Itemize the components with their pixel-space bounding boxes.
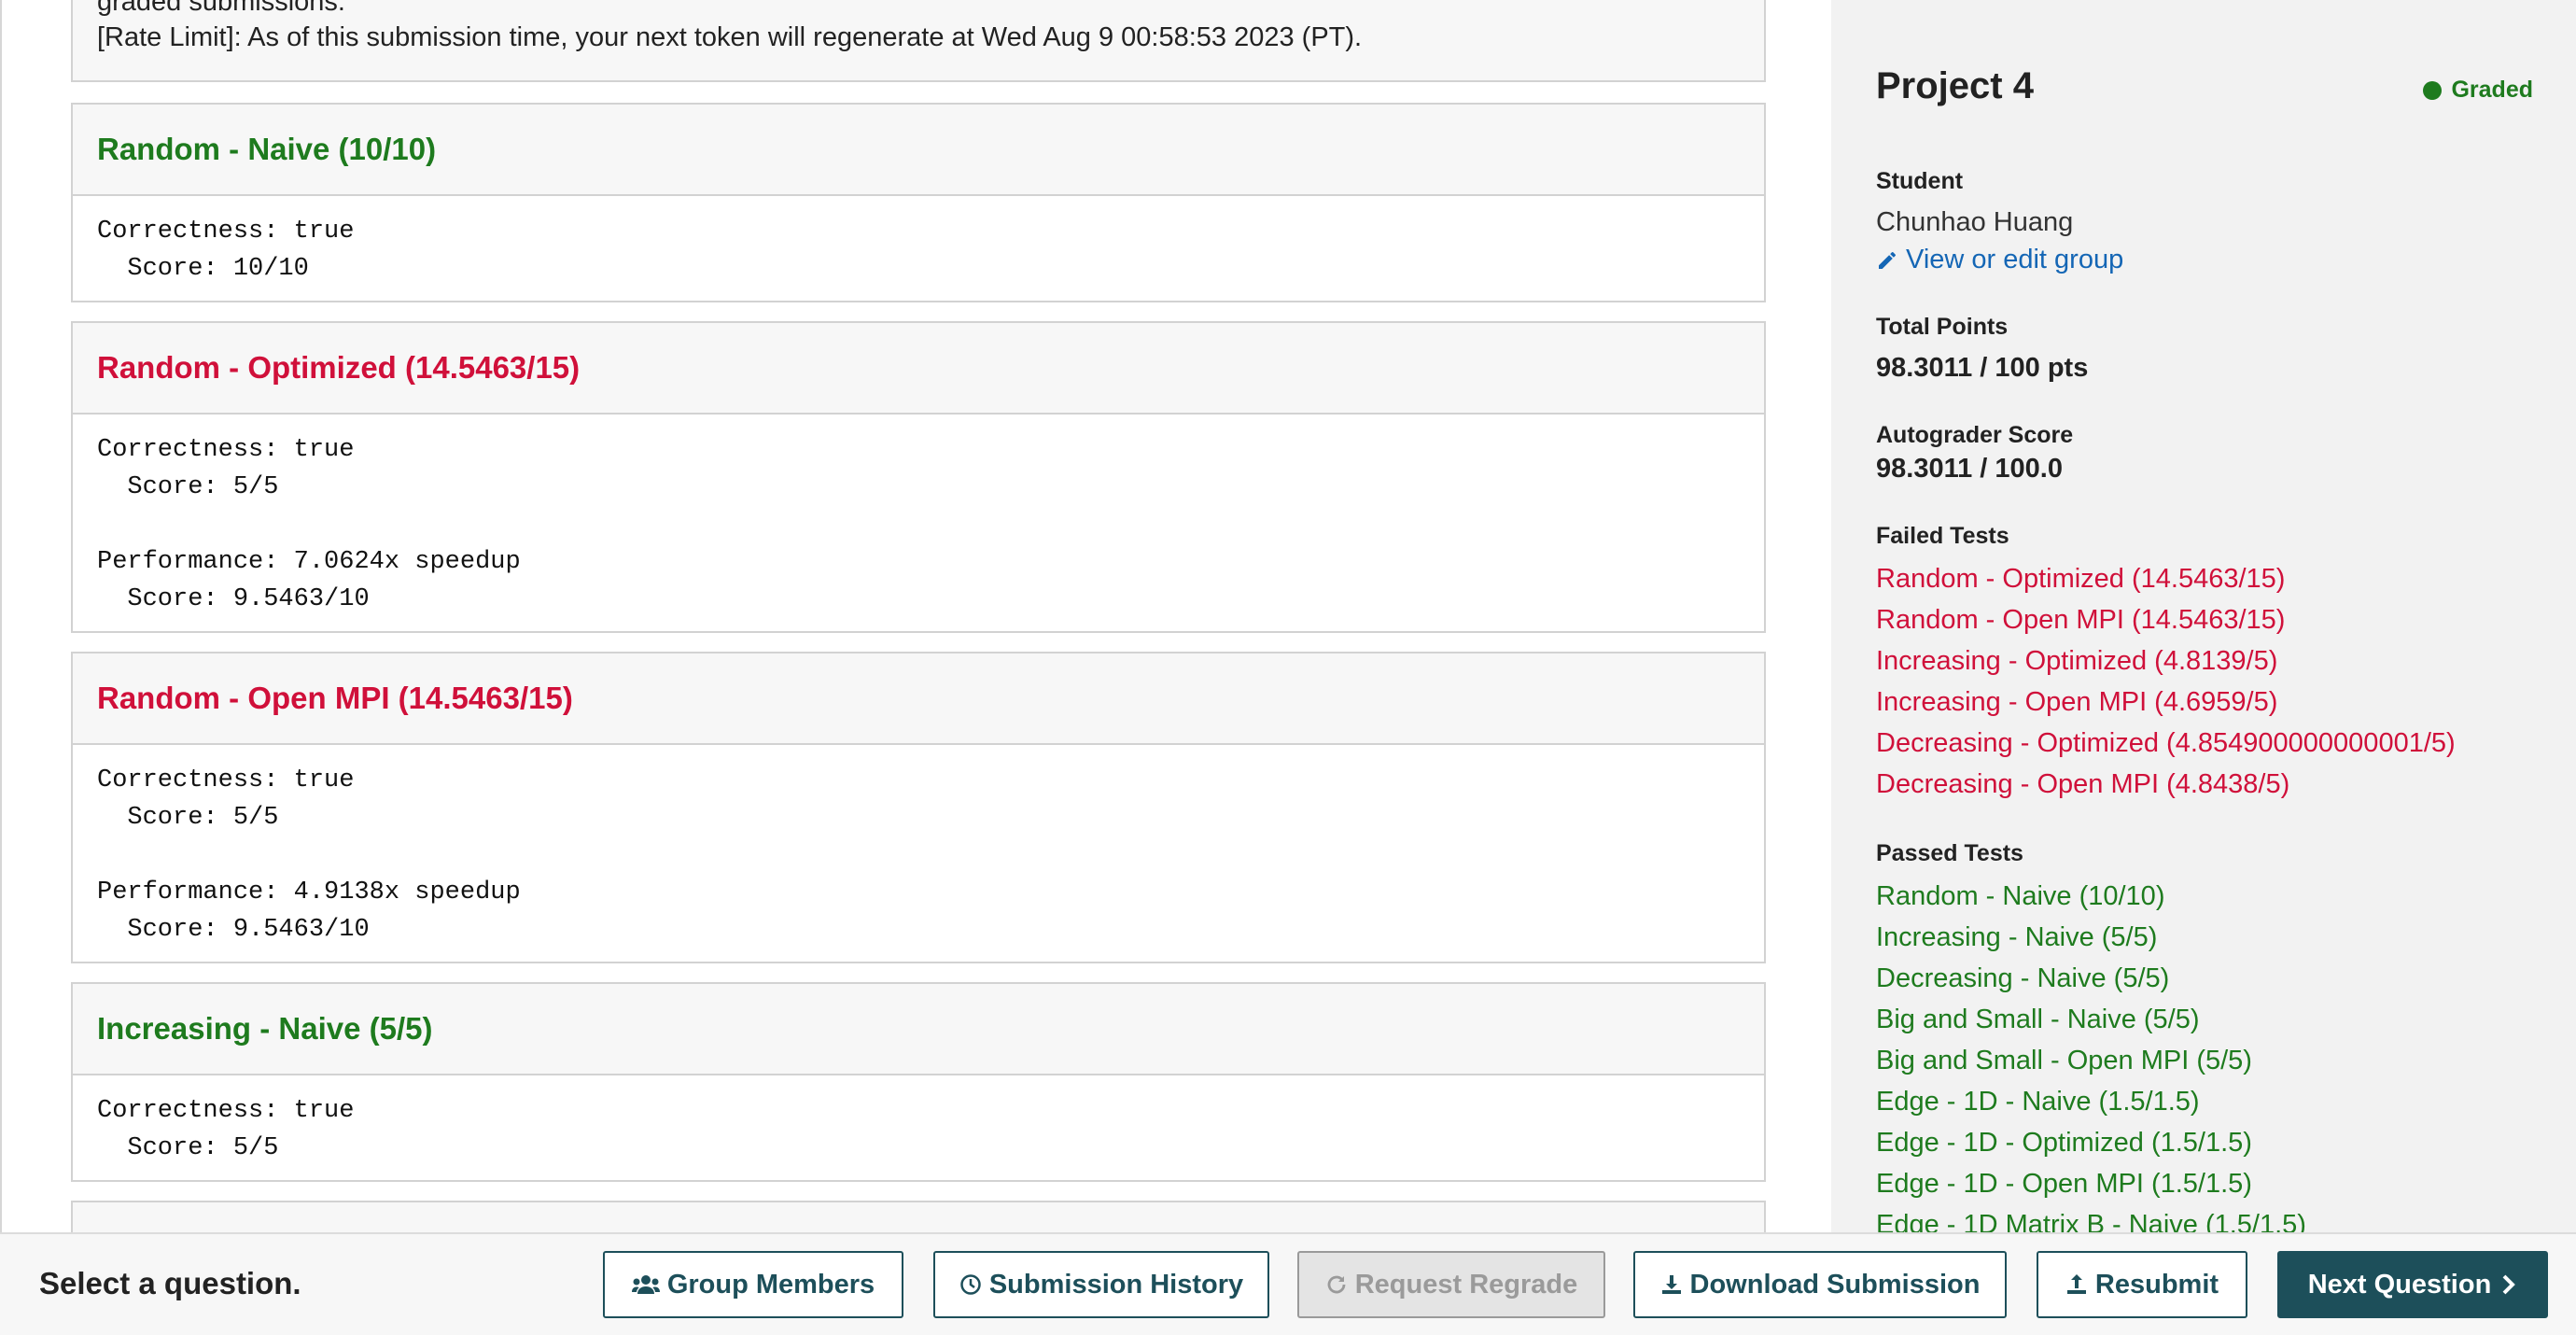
passed-tests-label: Passed Tests	[1876, 840, 2023, 866]
view-edit-group-link[interactable]: View or edit group	[1876, 245, 2123, 275]
test-result-title: Random - Open MPI (14.5463/15)	[73, 653, 1764, 745]
passed-test-link[interactable]: Increasing - Naive (5/5)	[1876, 922, 2157, 953]
clock-icon	[960, 1274, 981, 1295]
passed-test-link[interactable]: Big and Small - Naive (5/5)	[1876, 1005, 2200, 1035]
test-result-title	[73, 1202, 1764, 1232]
submission-main: graded submissions. [Rate Limit]: As of …	[0, 0, 1831, 1232]
test-result-output: Correctness: true Score: 5/5 Performance…	[97, 766, 521, 944]
student-name: Chunhao Huang	[1876, 207, 2074, 237]
assignment-title: Project 4	[1876, 65, 2034, 106]
refresh-icon	[1327, 1275, 1346, 1294]
test-result-card: Increasing - Naive (5/5) Correctness: tr…	[71, 982, 1766, 1182]
submission-history-button[interactable]: Submission History	[933, 1251, 1269, 1318]
passed-test-link[interactable]: Big and Small - Open MPI (5/5)	[1876, 1046, 2252, 1076]
failed-test-link[interactable]: Increasing - Open MPI (4.6959/5)	[1876, 687, 2277, 718]
passed-test-link[interactable]: Edge - 1D - Open MPI (1.5/1.5)	[1876, 1169, 2252, 1200]
next-question-button[interactable]: Next Question	[2277, 1251, 2548, 1318]
autograder-score-label: Autograder Score	[1876, 422, 2074, 448]
status-dot-icon	[2423, 80, 2443, 100]
test-result-card: Random - Optimized (14.5463/15) Correctn…	[71, 321, 1766, 633]
total-points-label: Total Points	[1876, 314, 2009, 340]
submission-history-label: Submission History	[988, 1269, 1244, 1300]
status-label: Graded	[2451, 77, 2533, 103]
rate-limit-box: graded submissions. [Rate Limit]: As of …	[71, 0, 1766, 82]
download-icon	[1661, 1275, 1681, 1294]
test-result-output: Correctness: true Score: 5/5	[97, 1097, 355, 1162]
failed-test-link[interactable]: Random - Open MPI (14.5463/15)	[1876, 605, 2285, 636]
group-members-button[interactable]: Group Members	[603, 1251, 903, 1318]
failed-test-link[interactable]: Decreasing - Optimized (4.85490000000000…	[1876, 728, 2456, 759]
failed-test-link[interactable]: Increasing - Optimized (4.8139/5)	[1876, 646, 2277, 677]
test-result-output: Correctness: true Score: 10/10	[97, 218, 355, 283]
autograder-score-value: 98.3011 / 100.0	[1876, 454, 2063, 484]
test-result-title: Random - Optimized (14.5463/15)	[73, 323, 1764, 415]
group-members-label: Group Members	[666, 1269, 875, 1300]
test-result-output: Correctness: true Score: 5/5 Performance…	[97, 436, 521, 613]
download-submission-button[interactable]: Download Submission	[1633, 1251, 2007, 1318]
pencil-icon	[1879, 251, 1896, 269]
submission-sidebar: Project 4 Graded Student Chunhao Huang V…	[1831, 0, 2576, 1232]
request-regrade-button[interactable]: Request Regrade	[1297, 1251, 1605, 1318]
test-result-card	[71, 1201, 1766, 1232]
resubmit-label: Resubmit	[2094, 1269, 2219, 1300]
total-points-value: 98.3011 / 100 pts	[1876, 353, 2089, 383]
passed-test-link[interactable]: Edge - 1D - Naive (1.5/1.5)	[1876, 1087, 2200, 1117]
rate-limit-text-prev: graded submissions.	[97, 0, 345, 17]
student-label: Student	[1876, 168, 1964, 194]
resubmit-button[interactable]: Resubmit	[2037, 1251, 2247, 1318]
passed-test-link[interactable]: Random - Naive (10/10)	[1876, 881, 2164, 912]
test-result-card: Random - Naive (10/10) Correctness: true…	[71, 103, 1766, 302]
test-result-title: Random - Naive (10/10)	[73, 105, 1764, 196]
next-question-label: Next Question	[2307, 1269, 2492, 1300]
status-badge: Graded	[2423, 77, 2533, 104]
failed-tests-label: Failed Tests	[1876, 523, 2009, 549]
action-bar: Select a question. Group Members Submiss…	[0, 1232, 2576, 1335]
users-icon	[631, 1275, 660, 1294]
passed-test-link[interactable]: Decreasing - Naive (5/5)	[1876, 963, 2169, 994]
failed-test-link[interactable]: Random - Optimized (14.5463/15)	[1876, 564, 2285, 595]
test-result-card: Random - Open MPI (14.5463/15) Correctne…	[71, 652, 1766, 963]
select-question-prompt: Select a question.	[39, 1266, 301, 1300]
passed-test-link[interactable]: Edge - 1D Matrix B - Naive (1.5/1.5)	[1876, 1210, 2306, 1232]
upload-icon	[2066, 1274, 2086, 1294]
failed-test-link[interactable]: Decreasing - Open MPI (4.8438/5)	[1876, 769, 2289, 800]
test-result-title: Increasing - Naive (5/5)	[73, 984, 1764, 1075]
rate-limit-text: [Rate Limit]: As of this submission time…	[97, 22, 1363, 52]
view-edit-group-label: View or edit group	[1906, 245, 2124, 274]
download-submission-label: Download Submission	[1689, 1269, 1981, 1300]
chevron-right-icon	[2502, 1274, 2516, 1295]
passed-test-link[interactable]: Edge - 1D - Optimized (1.5/1.5)	[1876, 1128, 2252, 1159]
request-regrade-label: Request Regrade	[1354, 1269, 1578, 1300]
